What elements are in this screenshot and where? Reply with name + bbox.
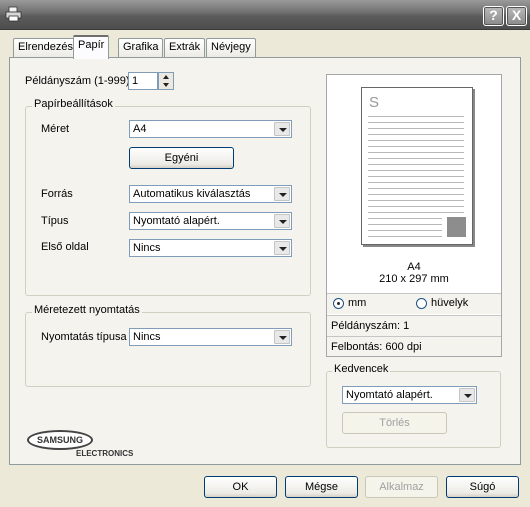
spin-down-icon[interactable] [163,83,169,87]
tab-paper[interactable]: Papír [73,35,110,59]
ok-button[interactable]: OK [204,476,277,498]
paper-line [368,170,464,171]
image-placeholder [447,217,466,237]
tab-panel: Példányszám (1-999) 1 Papírbeállítások M… [9,57,521,465]
help-button[interactable]: Súgó [446,476,519,498]
size-value: A4 [133,123,147,135]
paper-line [368,200,464,201]
first-page-label: Első oldal [41,241,89,253]
favorites-value: Nyomtató alapért. [346,389,433,401]
radio-inch[interactable] [416,298,427,309]
favorites-select[interactable]: Nyomtató alapért. [342,386,477,404]
favorites-group [326,371,501,448]
paper-line [368,122,464,123]
tab-extras[interactable]: Extrák [164,38,206,57]
paper-line [368,194,464,195]
radio-dot-icon [337,302,340,305]
copies-spinner[interactable] [158,72,174,90]
source-select[interactable]: Automatikus kiválasztás [129,185,292,203]
paper-preview: S [361,87,473,245]
paper-name: A4 [407,261,421,273]
print-type-label: Nyomtatás típusa [41,331,127,343]
paper-line [368,128,464,129]
source-value: Automatikus kiválasztás [133,188,251,200]
paper-line [368,164,464,165]
copies-info: Példányszám: 1 [331,320,410,332]
copies-info-row: Példányszám: 1 [327,315,501,336]
apply-button[interactable]: Alkalmaz [365,476,438,498]
title-bar [0,0,530,30]
unit-inch-label[interactable]: hüvelyk [431,297,468,309]
tab-layout[interactable]: Elrendezés [13,38,79,57]
first-page-value: Nincs [133,242,161,254]
tab-graphics[interactable]: Grafika [118,38,164,57]
paper-line [368,140,464,141]
samsung-logo: SAMSUNG [27,430,93,450]
close-button[interactable]: X [506,6,527,26]
paper-line [368,218,442,219]
paper-line [368,134,464,135]
size-select[interactable]: A4 [129,120,292,138]
paper-line [368,146,464,147]
spin-up-icon[interactable] [163,75,169,79]
tab-about[interactable]: Névjegy [206,38,256,57]
preview-panel: S A4 210 x 297 mm mm hüvelyk Példányszám… [326,74,502,357]
paper-line [368,224,442,225]
paper-line [368,206,464,207]
unit-selector: mm hüvelyk [327,293,501,314]
paper-line [368,230,442,231]
copies-input[interactable]: 1 [128,72,158,90]
cancel-button[interactable]: Mégse [285,476,358,498]
chevron-down-icon[interactable] [274,214,290,228]
chevron-down-icon[interactable] [274,241,290,255]
paper-line [368,188,464,189]
page-letter: S [369,94,380,111]
first-page-select[interactable]: Nincs [129,239,292,257]
unit-mm-label[interactable]: mm [348,297,366,309]
help-title-button[interactable]: ? [483,6,504,26]
chevron-down-icon[interactable] [274,187,290,201]
paper-line [368,176,464,177]
paper-line [368,152,464,153]
type-select[interactable]: Nyomtató alapért. [129,212,292,230]
radio-mm[interactable] [333,298,344,309]
source-label: Forrás [41,188,73,200]
paper-line [368,158,464,159]
scaled-printing-group [25,312,311,387]
scaled-printing-legend: Méretezett nyomtatás [32,304,142,316]
delete-favorite-button[interactable]: Törlés [342,412,447,434]
paper-line [368,182,464,183]
copies-label: Példányszám (1-999) [25,75,130,87]
paper-dimensions: 210 x 297 mm [379,273,449,285]
favorites-legend: Kedvencek [332,363,391,375]
chevron-down-icon[interactable] [274,330,290,344]
paper-line [368,236,442,237]
type-value: Nyomtató alapért. [133,215,220,227]
resolution-info-row: Felbontás: 600 dpi [327,336,501,356]
custom-size-button[interactable]: Egyéni [129,147,234,169]
paper-line [368,212,464,213]
chevron-down-icon[interactable] [274,122,290,136]
printer-icon [5,6,22,22]
resolution-info: Felbontás: 600 dpi [331,341,422,353]
type-label: Típus [41,215,69,227]
paper-settings-legend: Papírbeállítások [32,98,115,110]
size-label: Méret [41,123,70,135]
chevron-down-icon[interactable] [459,388,475,402]
paper-line [368,116,464,117]
electronics-text: ELECTRONICS [76,449,134,458]
print-type-select[interactable]: Nincs [129,328,292,346]
print-type-value: Nincs [133,331,161,343]
